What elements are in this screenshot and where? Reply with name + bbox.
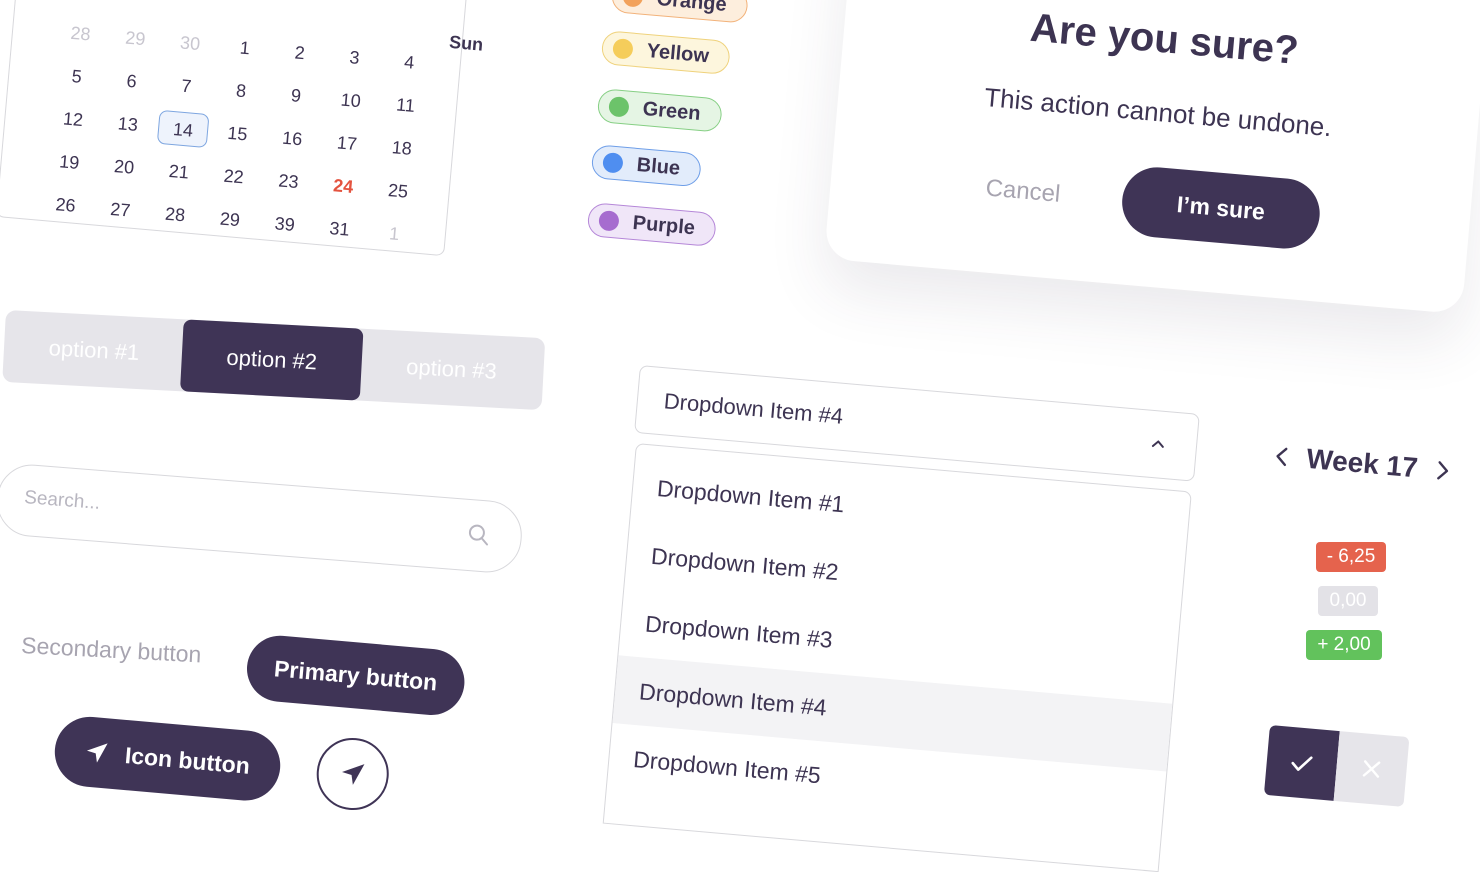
dropdown-selected-value: Dropdown Item #4	[662, 388, 845, 429]
calendar-day[interactable]: 27	[91, 190, 149, 229]
calendar-day[interactable]: 1	[365, 214, 423, 253]
tag-green[interactable]: Green	[596, 88, 723, 133]
tag-dot-icon	[622, 0, 644, 8]
search-placeholder: Search...	[23, 487, 101, 514]
calendar-day[interactable]: 39	[256, 205, 314, 244]
calendar-day[interactable]: 16	[263, 119, 321, 158]
chevron-up-icon	[1151, 440, 1164, 448]
tag-label: Yellow	[645, 39, 710, 67]
search-icon[interactable]	[466, 522, 492, 548]
close-icon	[1362, 760, 1381, 778]
confirm-dialog: Are you sure? This action cannot be undo…	[824, 0, 1480, 315]
segment-option-1[interactable]: option #1	[2, 310, 186, 391]
tag-dot-icon	[612, 37, 634, 60]
calendar-day[interactable]: 4	[380, 43, 438, 82]
value-badge-positive: + 2,00	[1306, 630, 1382, 660]
calendar-day[interactable]: 1	[216, 29, 274, 68]
segment-option-3[interactable]: option #3	[360, 329, 544, 410]
calendar-day-selected[interactable]: 14	[156, 109, 210, 149]
calendar-day[interactable]: 13	[99, 105, 157, 144]
tag-label: Blue	[635, 153, 682, 180]
tag-purple[interactable]: Purple	[586, 202, 718, 248]
value-badge-negative: - 6,25	[1316, 542, 1386, 572]
dropdown-menu: Dropdown Item #1 Dropdown Item #2 Dropdo…	[602, 443, 1192, 872]
calendar-day[interactable]: 5	[48, 57, 106, 96]
send-icon	[87, 743, 109, 763]
close-button[interactable]	[1333, 731, 1410, 807]
calendar-day[interactable]: 20	[95, 148, 153, 187]
calendar-day[interactable]: 2	[271, 33, 329, 72]
calendar-day[interactable]: 28	[52, 14, 110, 53]
calendar-day[interactable]: 19	[40, 143, 98, 182]
chevron-right-icon[interactable]	[1435, 459, 1451, 482]
segmented-control: option #1 option #2 option #3	[2, 310, 546, 411]
calendar-day[interactable]: 29	[201, 200, 259, 239]
calendar-day[interactable]: 22	[205, 157, 263, 196]
calendar-day[interactable]: 6	[103, 62, 161, 101]
calendar-weekday-sun: Sun	[448, 31, 485, 55]
tag-label: Orange	[655, 0, 728, 16]
tag-dot-icon	[602, 151, 624, 174]
calendar-day[interactable]: 8	[212, 72, 270, 111]
cancel-button[interactable]: Cancel	[985, 174, 1062, 208]
value-badge-neutral: 0,00	[1318, 586, 1378, 616]
confirm-button[interactable]: I’m sure	[1119, 164, 1323, 252]
tag-dot-icon	[598, 209, 620, 232]
calendar-day[interactable]: 25	[369, 172, 427, 211]
week-label: Week 17	[1305, 442, 1420, 484]
calendar-day[interactable]: 7	[158, 67, 216, 106]
dialog-message: This action cannot be undone.	[983, 81, 1333, 143]
calendar-day[interactable]: 12	[44, 100, 102, 139]
dialog-title: Are you sure?	[1028, 5, 1301, 73]
calendar-day[interactable]: 30	[161, 24, 219, 63]
calendar-day[interactable]: 3	[326, 38, 384, 77]
confirm-toggle-pair	[1263, 725, 1410, 807]
send-icon	[342, 764, 365, 785]
tag-blue[interactable]: Blue	[590, 144, 703, 188]
tag-orange[interactable]: Orange	[610, 0, 749, 24]
week-selector: Week 17	[1273, 440, 1451, 487]
calendar-day[interactable]: 21	[150, 152, 208, 191]
calendar-day[interactable]: 9	[267, 76, 325, 115]
calendar-day-today[interactable]: 24	[314, 167, 372, 206]
calendar-day[interactable]: 18	[373, 129, 431, 168]
calendar-day[interactable]: 11	[377, 86, 435, 125]
tag-label: Green	[641, 97, 702, 125]
tag-label: Purple	[631, 211, 696, 239]
calendar-day[interactable]: 23	[260, 162, 318, 201]
calendar: Sun 28 29 30 1 2 3 4 5 6 7 8 9 10 11 12 …	[0, 0, 484, 257]
tag-dot-icon	[608, 95, 630, 118]
send-round-button[interactable]	[313, 735, 392, 814]
calendar-day[interactable]: 10	[322, 81, 380, 120]
calendar-day[interactable]: 31	[311, 210, 369, 249]
chevron-left-icon[interactable]	[1274, 445, 1290, 468]
calendar-day[interactable]: 15	[209, 114, 267, 153]
secondary-button[interactable]: Secondary button	[21, 632, 202, 668]
calendar-day[interactable]: 28	[146, 195, 204, 234]
check-button[interactable]	[1263, 725, 1340, 801]
calendar-day[interactable]: 29	[106, 19, 164, 58]
search-input[interactable]: Search...	[0, 462, 525, 576]
primary-button[interactable]: Primary button	[244, 633, 468, 718]
calendar-day[interactable]: 26	[37, 186, 95, 225]
segment-option-2[interactable]: option #2	[179, 319, 364, 401]
tag-yellow[interactable]: Yellow	[600, 30, 732, 76]
calendar-day[interactable]: 17	[318, 124, 376, 163]
icon-button[interactable]: Icon button	[51, 714, 284, 804]
